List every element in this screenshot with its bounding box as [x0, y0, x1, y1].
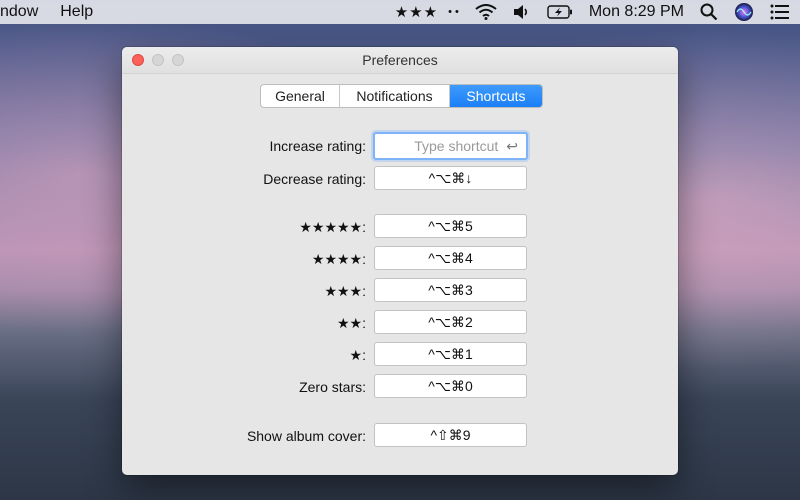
- tab-shortcuts[interactable]: Shortcuts: [450, 85, 542, 107]
- decrease-rating-shortcut-field[interactable]: ^⌥⌘↓: [374, 166, 527, 190]
- preferences-tabs: General Notifications Shortcuts: [260, 84, 543, 108]
- window-title: Preferences: [362, 52, 438, 68]
- menu-help[interactable]: Help: [60, 3, 93, 21]
- show-album-cover-label: Show album cover:: [246, 428, 366, 444]
- one-star-shortcut-field[interactable]: ^⌥⌘1: [374, 342, 527, 366]
- battery-charging-icon[interactable]: [547, 5, 573, 19]
- one-star-label: ★:: [349, 347, 366, 363]
- zero-stars-label: Zero stars:: [299, 379, 366, 395]
- two-stars-shortcut-field[interactable]: ^⌥⌘2: [374, 310, 527, 334]
- five-stars-label: ★★★★★:: [299, 219, 366, 235]
- four-stars-shortcut-field[interactable]: ^⌥⌘4: [374, 246, 527, 270]
- zero-stars-shortcut-field[interactable]: ^⌥⌘0: [374, 374, 527, 398]
- notification-center-icon[interactable]: [770, 4, 790, 20]
- return-icon: ↩: [506, 137, 518, 154]
- five-stars-shortcut-field[interactable]: ^⌥⌘5: [374, 214, 527, 238]
- menu-bar: ndow Help ★★★ • • Mon 8:29 PM: [0, 0, 800, 24]
- menu-bar-right: ★★★ • • Mon 8:29 PM: [395, 0, 790, 24]
- siri-icon[interactable]: [734, 2, 754, 22]
- rating-status-item[interactable]: ★★★ • •: [395, 3, 459, 21]
- increase-rating-label: Increase rating:: [269, 138, 367, 154]
- status-stars: ★★★: [394, 4, 439, 21]
- two-stars-label: ★★:: [337, 315, 366, 331]
- menu-bar-left: ndow Help: [0, 0, 115, 24]
- volume-icon[interactable]: [513, 4, 531, 20]
- status-dots: • •: [448, 6, 459, 18]
- decrease-rating-label: Decrease rating:: [263, 171, 366, 187]
- four-stars-label: ★★★★:: [311, 251, 366, 267]
- increase-rating-shortcut-field[interactable]: Type shortcut ↩: [373, 132, 528, 160]
- menu-clock[interactable]: Mon 8:29 PM: [589, 3, 684, 21]
- shortcut-placeholder: Type shortcut: [414, 138, 499, 154]
- tab-notifications[interactable]: Notifications: [340, 85, 450, 107]
- menu-window[interactable]: ndow: [0, 3, 38, 21]
- spotlight-search-icon[interactable]: [700, 3, 718, 21]
- wifi-icon[interactable]: [475, 4, 497, 20]
- preferences-window: Preferences General Notifications Shortc…: [122, 47, 678, 475]
- three-stars-label: ★★★:: [324, 283, 366, 299]
- show-album-cover-shortcut-field[interactable]: ^⇧⌘9: [374, 423, 527, 447]
- tab-general[interactable]: General: [261, 85, 340, 107]
- title-bar[interactable]: Preferences: [122, 47, 678, 74]
- three-stars-shortcut-field[interactable]: ^⌥⌘3: [374, 278, 527, 302]
